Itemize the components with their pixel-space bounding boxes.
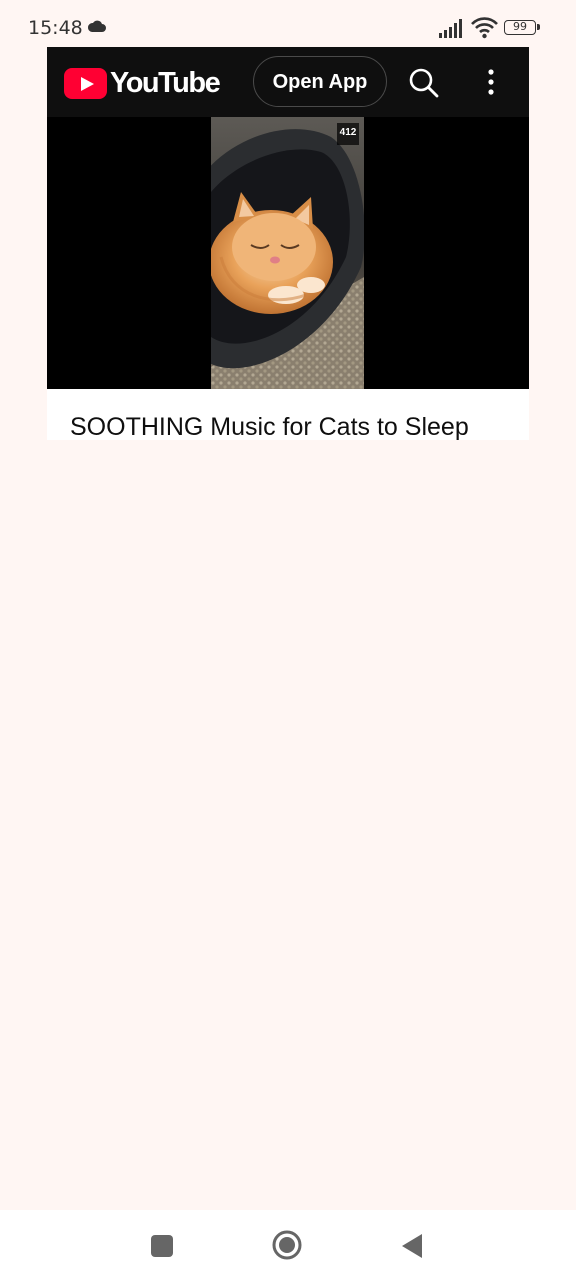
battery-icon: 99 bbox=[504, 20, 540, 35]
system-nav-bar bbox=[0, 1210, 576, 1280]
signal-icon bbox=[439, 19, 462, 38]
youtube-play-icon bbox=[64, 67, 107, 99]
more-vert-icon[interactable] bbox=[487, 69, 495, 95]
youtube-header: YouTube Open App bbox=[47, 47, 529, 117]
video-thumbnail[interactable]: 412 bbox=[211, 117, 364, 389]
cloud-icon bbox=[87, 20, 106, 32]
back-icon[interactable] bbox=[401, 1233, 423, 1259]
search-icon[interactable] bbox=[408, 67, 440, 99]
video-player[interactable]: 412 bbox=[47, 117, 529, 389]
open-app-button[interactable]: Open App bbox=[253, 56, 387, 107]
kitten-in-shoe-image bbox=[211, 117, 364, 389]
wifi-icon bbox=[471, 17, 498, 39]
battery-level: 99 bbox=[513, 20, 527, 33]
youtube-wordmark: YouTube bbox=[110, 66, 221, 99]
youtube-page: YouTube Open App 412 SOOTHING Music for … bbox=[47, 47, 529, 440]
recents-icon[interactable] bbox=[151, 1235, 173, 1257]
overlay-badge: 412 bbox=[337, 123, 359, 145]
youtube-logo[interactable]: YouTube bbox=[64, 66, 221, 99]
status-time: 15:48 bbox=[28, 17, 83, 39]
home-icon[interactable] bbox=[272, 1230, 302, 1260]
video-title[interactable]: SOOTHING Music for Cats to Sleep bbox=[70, 413, 520, 440]
